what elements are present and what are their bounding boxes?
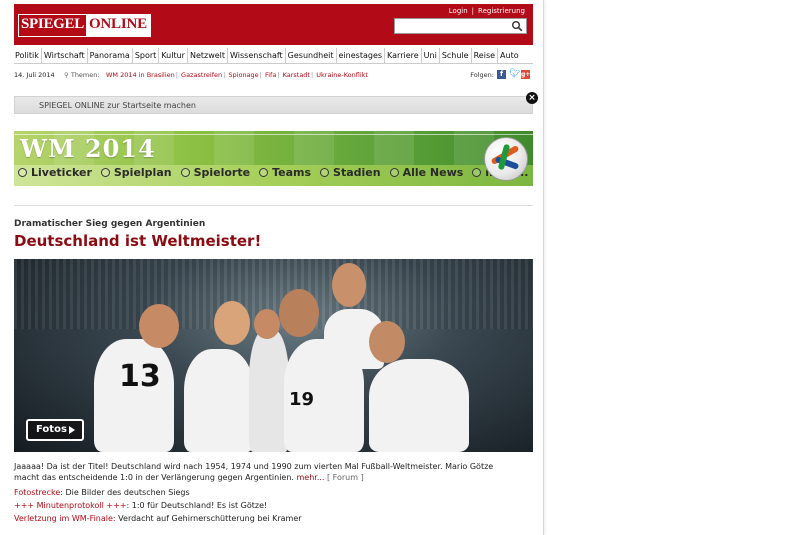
nav-item-auto[interactable]: Auto bbox=[498, 48, 521, 63]
twitter-icon[interactable]: 🐦︎ bbox=[509, 70, 520, 79]
banner-item-alle-news[interactable]: Alle News bbox=[389, 166, 464, 179]
current-date: 14. Juli 2014 bbox=[14, 71, 55, 79]
nav-item-gesundheit[interactable]: Gesundheit bbox=[286, 48, 337, 63]
logo-text-left: SPIEGEL bbox=[19, 15, 86, 36]
fotos-button[interactable]: Fotos bbox=[26, 419, 84, 441]
banner-item-spielorte[interactable]: Spielorte bbox=[180, 166, 251, 179]
banner-item-label: Liveticker bbox=[31, 166, 92, 179]
site-header: SPIEGEL ONLINE Login | Registrierung bbox=[14, 4, 533, 45]
banner-item-label: Spielplan bbox=[113, 166, 172, 179]
banner-item-label: Stadien bbox=[333, 166, 381, 179]
page: SPIEGEL ONLINE Login | Registrierung Pol… bbox=[0, 0, 544, 535]
forum-link[interactable]: [ Forum ] bbox=[327, 473, 364, 482]
banner-item-teams[interactable]: Teams bbox=[259, 166, 311, 179]
nav-item-panorama[interactable]: Panorama bbox=[88, 48, 133, 63]
google-plus-icon[interactable]: g+ bbox=[521, 70, 530, 79]
nav-item-wissenschaft[interactable]: Wissenschaft bbox=[228, 48, 286, 63]
radio-circle-icon bbox=[259, 168, 269, 177]
article-kicker[interactable]: Dramatischer Sieg gegen Argentinien bbox=[14, 219, 205, 229]
play-icon bbox=[69, 426, 75, 434]
banner-item-stadien[interactable]: Stadien bbox=[320, 166, 381, 179]
facebook-icon[interactable]: f bbox=[497, 70, 506, 79]
spiegel-online-logo[interactable]: SPIEGEL ONLINE bbox=[18, 14, 151, 37]
topic-link[interactable]: Spionage bbox=[228, 71, 258, 79]
follow-us: Folgen: f 🐦︎ g+ bbox=[470, 70, 530, 79]
related-link[interactable]: +++ Minutenprotokoll +++: 1:0 für Deutsc… bbox=[14, 501, 267, 510]
related-text: 1:0 für Deutschland! Es ist Götze! bbox=[131, 501, 268, 510]
nav-item-sport[interactable]: Sport bbox=[133, 48, 160, 63]
nav-item-einestages[interactable]: einestages bbox=[337, 48, 386, 63]
related-label: +++ Minutenprotokoll +++: bbox=[14, 501, 130, 510]
nav-item-wirtschaft[interactable]: Wirtschaft bbox=[42, 48, 88, 63]
nav-item-kultur[interactable]: Kultur bbox=[159, 48, 188, 63]
nav-item-politik[interactable]: Politik bbox=[14, 48, 42, 63]
nav-item-netzwelt[interactable]: Netzwelt bbox=[188, 48, 229, 63]
topic-links: WM 2014 in Brasilien| Gazastreifen| Spio… bbox=[106, 71, 368, 79]
fotos-button-label: Fotos bbox=[36, 424, 67, 435]
banner-item-liveticker[interactable]: Liveticker bbox=[18, 166, 92, 179]
link-separator: | bbox=[471, 7, 475, 15]
related-label: Fotostrecke: bbox=[14, 488, 63, 497]
radio-circle-icon bbox=[100, 168, 110, 177]
themen-label-text: Themen: bbox=[70, 71, 100, 79]
register-link[interactable]: Registrierung bbox=[478, 7, 525, 15]
close-icon[interactable]: × bbox=[526, 92, 538, 104]
related-link[interactable]: Verletzung im WM-Finale: Verdacht auf Ge… bbox=[14, 514, 302, 523]
login-link[interactable]: Login bbox=[449, 7, 468, 15]
more-link[interactable]: mehr... bbox=[297, 473, 325, 482]
banner-item-label: Alle News bbox=[402, 166, 464, 179]
nav-item-reise[interactable]: Reise bbox=[472, 48, 499, 63]
radio-circle-icon bbox=[472, 168, 482, 177]
search-input[interactable] bbox=[394, 18, 527, 34]
topics-bar: 14. Juli 2014 ⚲ Themen: WM 2014 in Brasi… bbox=[14, 70, 533, 81]
teaser-text: Jaaaaa! Da ist der Titel! Deutschland wi… bbox=[14, 462, 494, 482]
banner-item-label: Teams bbox=[272, 166, 312, 179]
banner-title[interactable]: WM 2014 bbox=[20, 134, 156, 163]
divider bbox=[14, 205, 533, 206]
topic-link[interactable]: Ukraine-Konflikt bbox=[316, 71, 368, 79]
banner-menu: Liveticker Spielplan Spielorte Teams Sta… bbox=[18, 166, 528, 179]
related-link[interactable]: Fotostrecke: Die Bilder des deutschen Si… bbox=[14, 488, 190, 497]
topic-link[interactable]: WM 2014 in Brasilien bbox=[106, 71, 175, 79]
topic-link[interactable]: Fifa bbox=[265, 71, 276, 79]
account-links: Login | Registrierung bbox=[449, 7, 525, 15]
radio-circle-icon bbox=[389, 168, 399, 177]
related-text: Die Bilder des deutschen Siegs bbox=[65, 488, 190, 497]
make-homepage-text[interactable]: SPIEGEL ONLINE zur Startseite machen bbox=[39, 101, 196, 110]
make-homepage-bar[interactable]: SPIEGEL ONLINE zur Startseite machen bbox=[14, 96, 533, 114]
football-icon bbox=[484, 137, 528, 181]
main-navigation: Politik Wirtschaft Panorama Sport Kultur… bbox=[14, 48, 533, 64]
nav-item-schule[interactable]: Schule bbox=[440, 48, 472, 63]
topic-link[interactable]: Karstadt bbox=[283, 71, 310, 79]
banner-item-label: Spielorte bbox=[193, 166, 251, 179]
themen-label: ⚲ Themen: bbox=[64, 71, 100, 79]
pin-icon: ⚲ bbox=[64, 71, 69, 79]
wm2014-banner: WM 2014 Liveticker Spielplan Spielorte T… bbox=[14, 131, 533, 186]
nav-item-uni[interactable]: Uni bbox=[422, 48, 440, 63]
nav-item-karriere[interactable]: Karriere bbox=[385, 48, 422, 63]
article-photo[interactable]: 13 19 Fotos bbox=[14, 259, 533, 452]
article-headline[interactable]: Deutschland ist Weltmeister! bbox=[14, 232, 261, 250]
radio-circle-icon bbox=[180, 168, 190, 177]
related-label: Verletzung im WM-Finale: bbox=[14, 514, 116, 523]
follow-label: Folgen: bbox=[470, 70, 494, 79]
related-text: Verdacht auf Gehirnerschütterung bei Kra… bbox=[118, 514, 302, 523]
logo-text-right: ONLINE bbox=[85, 15, 150, 36]
banner-item-spielplan[interactable]: Spielplan bbox=[100, 166, 172, 179]
search-icon[interactable] bbox=[511, 20, 523, 32]
article-teaser: Jaaaaa! Da ist der Titel! Deutschland wi… bbox=[14, 461, 519, 483]
topic-link[interactable]: Gazastreifen bbox=[181, 71, 222, 79]
radio-circle-icon bbox=[320, 168, 330, 177]
radio-circle-icon bbox=[18, 168, 27, 177]
